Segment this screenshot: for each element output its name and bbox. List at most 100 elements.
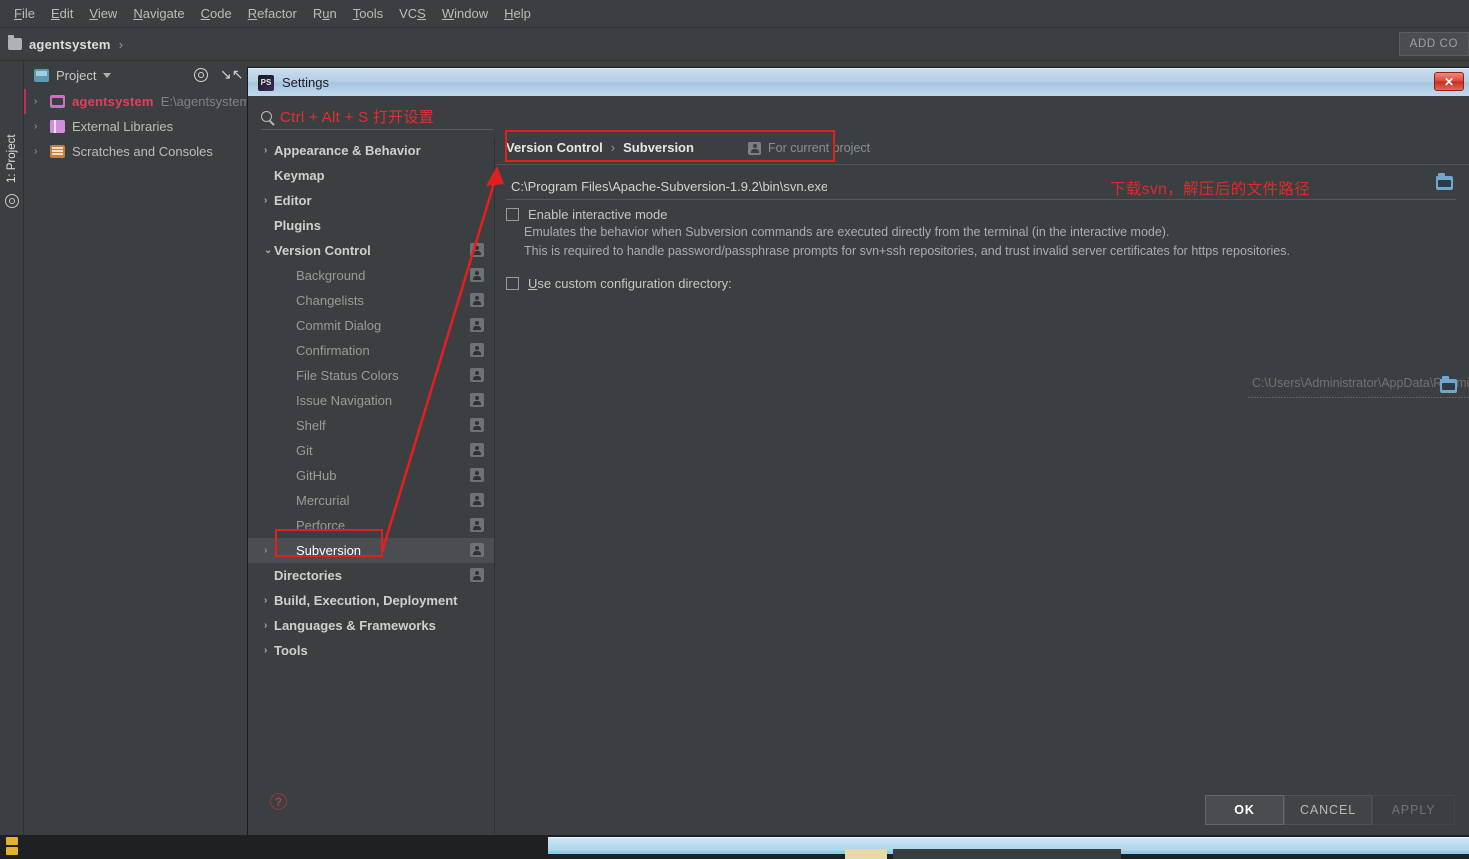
chevron-right-icon[interactable]: ›	[34, 121, 37, 132]
chevron-right-icon[interactable]: ›	[264, 195, 267, 206]
settings-tree-item-subversion[interactable]: ›Subversion	[248, 538, 494, 563]
settings-tree-item-label: Mercurial	[296, 493, 349, 508]
menu-view[interactable]: View	[81, 4, 125, 23]
person-badge-icon	[470, 293, 484, 307]
settings-tree-item-mercurial[interactable]: Mercurial	[248, 488, 494, 513]
help-icon[interactable]: ?	[270, 793, 287, 810]
custom-config-dir-label: Use custom configuration directory:	[528, 276, 732, 291]
settings-tree-item-perforce[interactable]: Perforce	[248, 513, 494, 538]
settings-tree-item-build-execution-deployment[interactable]: ›Build, Execution, Deployment	[248, 588, 494, 613]
settings-tree-item-label: GitHub	[296, 468, 336, 483]
menu-tools[interactable]: Tools	[345, 4, 391, 23]
chevron-right-icon[interactable]: ›	[34, 96, 37, 107]
settings-tree-item-issue-navigation[interactable]: Issue Navigation	[248, 388, 494, 413]
taskbar-tile-highlight	[845, 849, 887, 859]
settings-tree-item-github[interactable]: GitHub	[248, 463, 494, 488]
settings-tree-item-git[interactable]: Git	[248, 438, 494, 463]
settings-tree-item-appearance-behavior[interactable]: ›Appearance & Behavior	[248, 138, 494, 163]
enable-interactive-mode-row[interactable]: Enable interactive mode	[506, 207, 667, 222]
settings-tree-item-confirmation[interactable]: Confirmation	[248, 338, 494, 363]
custom-config-dir-checkbox[interactable]	[506, 277, 519, 290]
breadcrumb-project[interactable]: agentsystem	[29, 37, 111, 52]
taskbar-icon-a	[6, 837, 18, 845]
tool-tab-project-label: 1: Project	[6, 135, 18, 184]
ok-button[interactable]: OK	[1205, 795, 1284, 825]
settings-tree-item-changelists[interactable]: Changelists	[248, 288, 494, 313]
folder-icon	[50, 95, 65, 108]
chevron-right-icon[interactable]: ›	[264, 620, 267, 631]
settings-search[interactable]: Ctrl + Alt + S 打开设置	[261, 104, 493, 130]
custom-config-dir-input[interactable]: C:\Users\Administrator\AppData\Roaming\S…	[1248, 376, 1469, 398]
person-badge-icon	[748, 142, 761, 155]
close-icon[interactable]: ✕	[1434, 72, 1464, 91]
settings-tree-item-commit-dialog[interactable]: Commit Dialog	[248, 313, 494, 338]
navigation-bar: agentsystem ›	[0, 28, 1469, 61]
menu-run[interactable]: Run	[305, 4, 345, 23]
menu-help[interactable]: Help	[496, 4, 539, 23]
chevron-right-icon[interactable]: ›	[34, 146, 37, 157]
browse-folder-icon[interactable]	[1436, 176, 1453, 190]
taskbar-tile	[893, 849, 1121, 859]
settings-tree-item-version-control[interactable]: ⌄Version Control	[248, 238, 494, 263]
scroll-from-source-icon[interactable]	[194, 68, 208, 82]
scratch-icon	[50, 145, 65, 158]
menu-file[interactable]: File	[6, 4, 43, 23]
browse-config-folder-icon[interactable]	[1440, 379, 1457, 393]
person-badge-icon	[470, 268, 484, 282]
chevron-right-icon[interactable]: ›	[264, 645, 267, 656]
settings-tree-item-label: Git	[296, 443, 313, 458]
search-input[interactable]: Ctrl + Alt + S 打开设置	[280, 106, 434, 127]
field-underline-dotted	[1248, 397, 1469, 398]
settings-tree-item-file-status-colors[interactable]: File Status Colors	[248, 363, 494, 388]
settings-tree-item-keymap[interactable]: Keymap	[248, 163, 494, 188]
settings-tree-item-editor[interactable]: › Editor	[248, 188, 494, 213]
enable-interactive-mode-checkbox[interactable]	[506, 208, 519, 221]
settings-tree-item-directories[interactable]: Directories	[248, 563, 494, 588]
project-tree-item-scratches[interactable]: › Scratches and Consoles	[24, 139, 256, 164]
chevron-right-icon[interactable]: ›	[264, 545, 267, 556]
menu-edit[interactable]: Edit	[43, 4, 81, 23]
chevron-down-icon[interactable]	[103, 73, 111, 78]
project-icon	[34, 69, 49, 82]
menu-vcs[interactable]: VCS	[391, 4, 434, 23]
collapse-all-icon[interactable]: ↘↖	[220, 68, 234, 82]
menu-bar: File Edit View Navigate Code Refactor Ru…	[0, 0, 1469, 28]
settings-tree-item-tools[interactable]: ›Tools	[248, 638, 494, 663]
menu-refactor[interactable]: Refactor	[240, 4, 305, 23]
tool-tab-project[interactable]: 1: Project	[0, 127, 24, 191]
settings-tree-item-languages-frameworks[interactable]: ›Languages & Frameworks	[248, 613, 494, 638]
person-badge-icon	[470, 568, 484, 582]
settings-tree-item-label: Perforce	[296, 518, 345, 533]
taskbar-icon-b	[6, 847, 18, 855]
enable-interactive-mode-label: Enable interactive mode	[528, 207, 667, 222]
project-tree-path: E:\agentsystem	[161, 94, 251, 109]
settings-tree-item-background[interactable]: Background	[248, 263, 494, 288]
project-tree-item-external-libraries[interactable]: › External Libraries	[24, 114, 256, 139]
target-icon[interactable]	[5, 194, 19, 208]
chevron-down-icon[interactable]: ⌄	[264, 245, 272, 256]
svn-path-input[interactable]: C:\Program Files\Apache-Subversion-1.9.2…	[506, 172, 827, 200]
project-tree-item-agentsystem[interactable]: › agentsystem E:\agentsystem	[24, 89, 256, 114]
interactive-help-line-2: This is required to handle password/pass…	[524, 242, 1290, 261]
header-divider	[495, 164, 1469, 165]
settings-tree: ›Appearance & BehaviorKeymap › Editor Plugi…	[248, 138, 494, 839]
scope-label: For current project	[768, 141, 870, 155]
person-badge-icon	[470, 368, 484, 382]
chevron-right-icon[interactable]: ›	[264, 595, 267, 606]
settings-tree-item-label: Confirmation	[296, 343, 370, 358]
add-configuration-button[interactable]: ADD CO	[1399, 32, 1469, 56]
project-tool-window: Project ↘↖ › agentsystem E:\agentsystem …	[24, 61, 256, 834]
accelerator-letter: U	[528, 276, 537, 291]
chevron-right-icon[interactable]: ›	[264, 145, 267, 156]
menu-code[interactable]: Code	[193, 4, 240, 23]
settings-tree-item-label: Editor	[274, 193, 312, 208]
apply-button[interactable]: APPLY	[1372, 795, 1455, 825]
settings-tree-item-plugins[interactable]: Plugins	[248, 213, 494, 238]
menu-navigate[interactable]: Navigate	[125, 4, 192, 23]
menu-window[interactable]: Window	[434, 4, 496, 23]
custom-config-dir-row[interactable]: Use custom configuration directory:	[506, 276, 732, 291]
settings-tree-item-shelf[interactable]: Shelf	[248, 413, 494, 438]
cancel-button[interactable]: CANCEL	[1284, 795, 1372, 825]
breadcrumb-root[interactable]: Version Control	[506, 140, 603, 155]
dialog-title-bar[interactable]: Settings ✕	[248, 68, 1469, 96]
